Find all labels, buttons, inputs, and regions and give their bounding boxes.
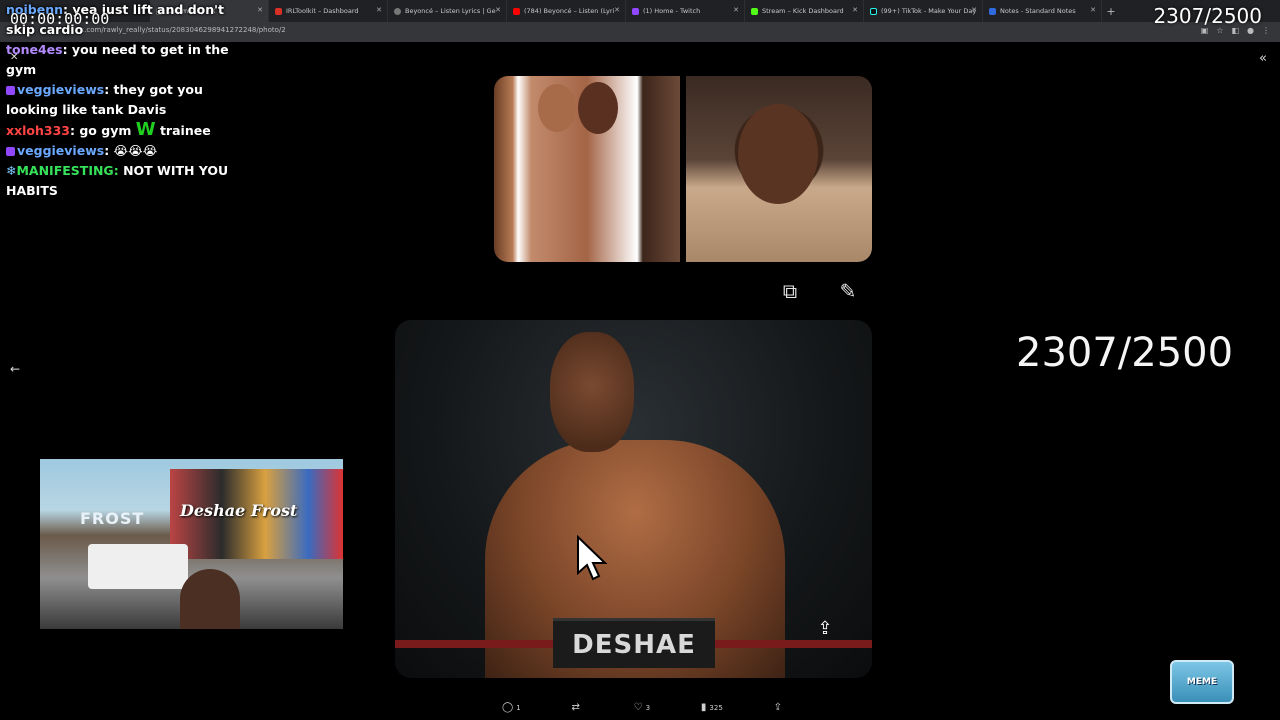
tab-tiktok[interactable]: (99+) TikTok - Make Your Day ✕	[864, 0, 983, 22]
tab-label: (99+) TikTok - Make Your Day	[881, 7, 977, 15]
irltoolkit-favicon-icon	[275, 7, 282, 15]
close-tab-icon[interactable]: ✕	[852, 6, 858, 14]
close-tab-icon[interactable]: ✕	[1090, 6, 1096, 14]
tab-label: Stream – Kick Dashboard	[762, 7, 844, 15]
notes-favicon-icon	[989, 7, 996, 15]
subscriber-badge-icon	[6, 86, 15, 95]
copy-icon[interactable]: ⧉	[777, 278, 803, 304]
boxing-trunks-waistband: DESHAE	[553, 618, 715, 668]
close-tab-icon[interactable]: ✕	[257, 6, 263, 14]
tab-label: (1) Home - Twitch	[643, 7, 701, 15]
close-tab-icon[interactable]: ✕	[376, 6, 382, 14]
bed-shape	[88, 544, 188, 589]
chat-message: veggieviews: they got you looking like t…	[6, 82, 203, 117]
reply-count: 1	[516, 703, 521, 712]
repost-icon: ⇄	[571, 702, 580, 713]
tab-label: Notes - Standard Notes	[1000, 7, 1076, 15]
new-tab-button[interactable]: +	[1102, 5, 1120, 18]
tab-kick-dashboard[interactable]: Stream – Kick Dashboard ✕	[745, 0, 864, 22]
webcam-feed: Deshae Frost FROST	[40, 459, 343, 629]
bar-chart-icon: ▮	[700, 702, 707, 713]
boxer-head-shape	[550, 332, 634, 452]
face-shape	[738, 104, 818, 204]
tab-label: Beyoncé – Listen Lyrics | Ge	[405, 7, 496, 15]
reply-button[interactable]: ◯ 1	[502, 702, 521, 713]
subscriber-badge-icon	[6, 147, 15, 156]
face-shape	[538, 84, 576, 132]
edit-pencil-icon[interactable]: ✎	[835, 278, 861, 304]
chat-username: xxloh333	[6, 123, 70, 138]
chat-message: veggieviews: 😭😭😭	[6, 141, 236, 161]
mural-signature-text: Deshae Frost	[180, 501, 298, 520]
chat-text: go gym	[79, 123, 132, 138]
view-count: 325	[709, 703, 723, 712]
chat-text: 😭😭😭	[113, 143, 158, 158]
frost-wall-text: FROST	[80, 509, 145, 528]
chat-username: veggieviews	[17, 82, 105, 97]
streamer-shape	[180, 569, 240, 629]
back-arrow-icon[interactable]: ←	[10, 362, 20, 376]
tab-beyonce-lyrics[interactable]: Beyoncé – Listen Lyrics | Ge ✕	[388, 0, 507, 22]
chat-message: xxloh333: go gym W trainee	[6, 119, 211, 140]
snowflake-badge-icon: ❄	[6, 163, 17, 178]
tab-youtube-beyonce[interactable]: (784) Beyoncé – Listen (Lyri ✕	[507, 0, 626, 22]
chat-message: tone4es: you need to get in the gym	[6, 42, 229, 77]
chat-username: veggieviews	[17, 143, 105, 158]
close-icon[interactable]: ✕	[10, 52, 18, 63]
post-action-bar: ◯ 1 ⇄ ♡ 3 ▮ 325 ⇪	[502, 702, 782, 713]
like-button[interactable]: ♡ 3	[634, 702, 650, 713]
tab-label: (784) Beyoncé – Listen (Lyri	[524, 7, 615, 15]
menu-kebab-icon[interactable]: ⋮	[1262, 26, 1270, 35]
repost-button[interactable]: ⇄	[571, 702, 582, 713]
goal-counter-large: 2307/2500	[1016, 330, 1234, 376]
boxer-photo[interactable]: DESHAE	[395, 320, 872, 678]
face-shape	[578, 82, 618, 134]
chat-message: ❄MANIFESTING: NOT WITH YOU HABITS	[6, 163, 229, 198]
chat-overlay: noibenn: yea just lift and don't skip ca…	[6, 0, 236, 201]
tiktok-favicon-icon	[870, 7, 877, 15]
channel-logo: MEME	[1170, 660, 1234, 704]
belt-text: DESHAE	[572, 629, 696, 660]
youtube-favicon-icon	[513, 7, 520, 15]
comparison-image-right[interactable]	[686, 76, 872, 262]
heart-icon: ♡	[633, 702, 643, 713]
kick-favicon-icon	[751, 7, 758, 15]
tab-label: IRLToolkit – Dashboard	[286, 7, 359, 15]
logo-text: MEME	[1186, 677, 1218, 687]
tab-standard-notes[interactable]: Notes - Standard Notes ✕	[983, 0, 1102, 22]
close-tab-icon[interactable]: ✕	[614, 6, 620, 14]
tab-twitch-home[interactable]: (1) Home - Twitch ✕	[626, 0, 745, 22]
close-tab-icon[interactable]: ✕	[495, 6, 501, 14]
share-icon: ⇪	[773, 702, 782, 713]
like-count: 3	[645, 703, 651, 712]
share-button[interactable]: ⇪	[774, 702, 782, 713]
tab-irltoolkit[interactable]: IRLToolkit – Dashboard ✕	[269, 0, 388, 22]
twitch-favicon-icon	[632, 7, 639, 15]
goal-counter-small: 2307/2500	[1153, 4, 1262, 28]
collapse-panel-icon[interactable]: «	[1259, 51, 1267, 66]
globe-favicon-icon	[394, 7, 401, 15]
share-upload-icon[interactable]: ⇪	[812, 618, 838, 644]
stream-timer: 00:00:00:00	[10, 10, 110, 28]
comparison-image-left[interactable]	[494, 76, 680, 262]
views-button[interactable]: ▮ 325	[701, 702, 723, 713]
reply-bubble-icon: ◯	[502, 702, 514, 713]
chat-username: MANIFESTING	[16, 163, 114, 178]
mouse-cursor-icon	[577, 535, 608, 581]
close-tab-icon[interactable]: ✕	[733, 6, 739, 14]
close-tab-icon[interactable]: ✕	[971, 6, 977, 14]
chat-text-continued: trainee	[159, 123, 211, 138]
w-emote-icon: W	[135, 119, 156, 140]
